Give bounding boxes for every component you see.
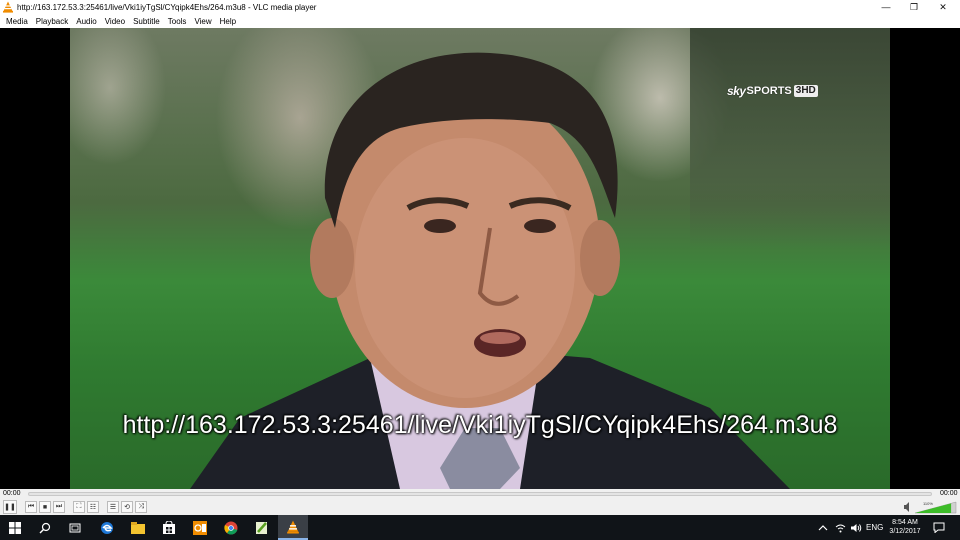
file-explorer-icon[interactable]	[123, 515, 153, 540]
stream-url-overlay: http://163.172.53.3:25461/live/Vki1iyTgS…	[122, 411, 838, 439]
title-bar: http://163.172.53.3:25461/live/Vki1iyTgS…	[0, 0, 960, 14]
menu-help[interactable]: Help	[216, 17, 240, 26]
loop-button[interactable]: ⟲	[121, 501, 133, 513]
search-icon[interactable]	[30, 515, 60, 540]
pause-button[interactable]: ❚❚	[3, 500, 17, 514]
remaining-time[interactable]: 00:00	[940, 489, 958, 499]
channel-logo-sports: SPORTS	[746, 85, 792, 97]
taskbar-clock[interactable]: 8:54 AM 3/12/2017	[885, 518, 925, 536]
channel-logo: sky SPORTS 3HD	[727, 84, 847, 98]
fullscreen-button[interactable]: ⛶	[73, 501, 85, 513]
chrome-icon[interactable]	[216, 515, 246, 540]
vlc-icon[interactable]	[278, 515, 308, 540]
notepadpp-icon[interactable]	[247, 515, 277, 540]
speaker-icon	[904, 502, 909, 512]
edge-icon[interactable]	[92, 515, 122, 540]
windows-logo-icon[interactable]	[0, 515, 30, 540]
menu-tools[interactable]: Tools	[164, 17, 191, 26]
menu-subtitle[interactable]: Subtitle	[129, 17, 164, 26]
random-button[interactable]: ⤨	[135, 501, 147, 513]
window-title: http://163.172.53.3:25461/live/Vki1iyTgS…	[17, 2, 317, 12]
store-icon[interactable]	[154, 515, 184, 540]
menu-audio[interactable]: Audio	[72, 17, 100, 26]
language-indicator[interactable]: ENG	[866, 515, 883, 540]
volume-label: 110%	[923, 501, 933, 506]
clock-time: 8:54 AM	[892, 519, 918, 526]
playlist-button[interactable]: ☰	[107, 501, 119, 513]
volume-level	[915, 503, 952, 513]
next-button[interactable]: ⏭	[53, 501, 65, 513]
menu-media[interactable]: Media	[2, 17, 32, 26]
volume-slider[interactable]: 110%	[903, 500, 958, 514]
extended-settings-button[interactable]: ☷	[87, 501, 99, 513]
menu-playback[interactable]: Playback	[32, 17, 72, 26]
maximize-button[interactable]: ❐	[899, 0, 929, 14]
speaker-tray-icon[interactable]	[851, 515, 862, 540]
notifications-icon[interactable]	[933, 515, 945, 540]
playback-controls: ❚❚ ⏮ ■ ⏭ ⛶ ☷ ☰ ⟲ ⤨ 110%	[0, 499, 960, 515]
video-area[interactable]: sky SPORTS 3HD http://163.172.53.3:25461…	[0, 28, 960, 489]
vlc-cone-icon	[3, 1, 13, 13]
previous-button[interactable]: ⏮	[25, 501, 37, 513]
windows-taskbar: ENG 8:54 AM 3/12/2017	[0, 515, 960, 540]
seek-row: 00:00 00:00	[0, 489, 960, 499]
channel-logo-sky: sky	[727, 84, 746, 98]
show-hidden-icons-icon[interactable]	[818, 515, 828, 540]
close-button[interactable]: ✕	[928, 0, 958, 14]
clock-date: 3/12/2017	[889, 528, 921, 535]
menu-view[interactable]: View	[190, 17, 215, 26]
task-view-icon[interactable]	[60, 515, 90, 540]
elapsed-time[interactable]: 00:00	[3, 489, 21, 499]
minimize-button[interactable]: —	[871, 0, 901, 14]
stop-button[interactable]: ■	[39, 501, 51, 513]
menu-bar: Media Playback Audio Video Subtitle Tool…	[0, 14, 960, 28]
seek-bar[interactable]	[28, 492, 932, 496]
channel-logo-number: 3HD	[793, 85, 818, 97]
network-icon[interactable]	[835, 515, 846, 540]
outlook-icon[interactable]	[185, 515, 215, 540]
menu-video[interactable]: Video	[101, 17, 129, 26]
vlc-app: http://163.172.53.3:25461/live/Vki1iyTgS…	[0, 0, 960, 540]
